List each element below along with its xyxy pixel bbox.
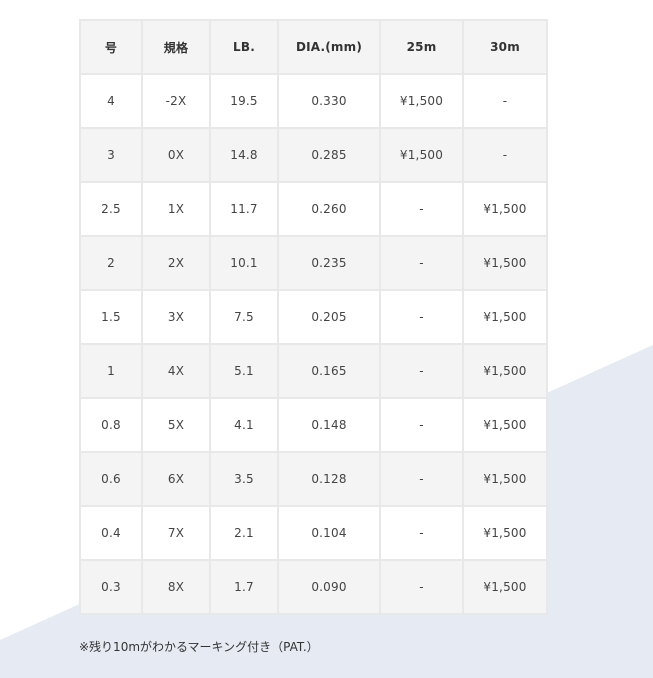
cell-price-25m: - (379, 343, 464, 399)
header-25m: 25m (379, 19, 464, 75)
table-row: 0.6 6X 3.5 0.128- ¥1,500 (79, 451, 548, 507)
cell-price-30m: - (462, 73, 548, 129)
cell-price-25m: - (379, 235, 464, 291)
cell-number: 2 (79, 235, 143, 291)
page: 号 規格 LB. DIA.(mm) 25m 30m 4 -2X 19.5 0.330 ¥… (0, 0, 653, 678)
cell-price-30m: ¥1,500 (462, 397, 548, 453)
cell-price-25m: - (379, 559, 464, 615)
cell-lb: 1.7 (209, 559, 279, 615)
cell-lb: 10.1 (209, 235, 279, 291)
cell-price-30m: ¥1,500 (462, 289, 548, 345)
cell-price-25m: - (379, 397, 464, 453)
cell-lb: 5.1 (209, 343, 279, 399)
cell-standard: -2X (141, 73, 211, 129)
cell-number: 4 (79, 73, 143, 129)
spec-table: 号 規格 LB. DIA.(mm) 25m 30m 4 -2X 19.5 0.330 ¥… (79, 19, 548, 615)
cell-diameter: 0.165 (277, 343, 381, 399)
cell-standard: 1X (141, 181, 211, 237)
table-row: 2.5 1X 11.7 0.260- ¥1,500 (79, 181, 548, 237)
table-row: 0.8 5X 4.1 0.148- ¥1,500 (79, 397, 548, 453)
cell-number: 1 (79, 343, 143, 399)
cell-lb: 14.8 (209, 127, 279, 183)
cell-standard: 7X (141, 505, 211, 561)
cell-price-25m: - (379, 181, 464, 237)
header-diameter: DIA.(mm) (277, 19, 381, 75)
table-header-row: 号 規格 LB. DIA.(mm) 25m 30m (79, 19, 548, 75)
header-30m: 30m (462, 19, 548, 75)
cell-lb: 4.1 (209, 397, 279, 453)
cell-lb: 2.1 (209, 505, 279, 561)
cell-number: 3 (79, 127, 143, 183)
cell-diameter: 0.285 (277, 127, 381, 183)
table-row: 1 4X 5.1 0.165- ¥1,500 (79, 343, 548, 399)
cell-diameter: 0.128 (277, 451, 381, 507)
cell-standard: 2X (141, 235, 211, 291)
table-body: 4 -2X 19.5 0.330 ¥1,500-3 0X 14.8 0.285 ¥1,500-2… (79, 73, 548, 615)
table-row: 0.4 7X 2.1 0.104- ¥1,500 (79, 505, 548, 561)
cell-lb: 19.5 (209, 73, 279, 129)
cell-number: 2.5 (79, 181, 143, 237)
cell-price-30m: ¥1,500 (462, 343, 548, 399)
cell-standard: 5X (141, 397, 211, 453)
cell-diameter: 0.205 (277, 289, 381, 345)
cell-number: 0.3 (79, 559, 143, 615)
cell-price-30m: - (462, 127, 548, 183)
table-row: 3 0X 14.8 0.285 ¥1,500- (79, 127, 548, 183)
cell-standard: 0X (141, 127, 211, 183)
cell-price-25m: ¥1,500 (379, 73, 464, 129)
cell-standard: 8X (141, 559, 211, 615)
cell-price-30m: ¥1,500 (462, 451, 548, 507)
cell-price-25m: - (379, 505, 464, 561)
cell-diameter: 0.260 (277, 181, 381, 237)
cell-price-25m: - (379, 451, 464, 507)
cell-price-30m: ¥1,500 (462, 505, 548, 561)
cell-lb: 3.5 (209, 451, 279, 507)
cell-lb: 7.5 (209, 289, 279, 345)
cell-price-30m: ¥1,500 (462, 235, 548, 291)
header-lb: LB. (209, 19, 279, 75)
cell-price-25m: - (379, 289, 464, 345)
table-row: 2 2X 10.1 0.235- ¥1,500 (79, 235, 548, 291)
cell-number: 0.4 (79, 505, 143, 561)
cell-price-25m: ¥1,500 (379, 127, 464, 183)
cell-price-30m: ¥1,500 (462, 559, 548, 615)
cell-standard: 6X (141, 451, 211, 507)
cell-standard: 3X (141, 289, 211, 345)
table-row: 1.5 3X 7.5 0.205- ¥1,500 (79, 289, 548, 345)
header-standard: 規格 (141, 19, 211, 75)
footnote: ※残り10mがわかるマーキング付き（PAT.） (79, 640, 319, 654)
cell-diameter: 0.148 (277, 397, 381, 453)
cell-diameter: 0.330 (277, 73, 381, 129)
cell-lb: 11.7 (209, 181, 279, 237)
header-number: 号 (79, 19, 143, 75)
cell-number: 1.5 (79, 289, 143, 345)
cell-number: 0.8 (79, 397, 143, 453)
cell-diameter: 0.090 (277, 559, 381, 615)
cell-price-30m: ¥1,500 (462, 181, 548, 237)
cell-standard: 4X (141, 343, 211, 399)
table-row: 4 -2X 19.5 0.330 ¥1,500- (79, 73, 548, 129)
cell-diameter: 0.104 (277, 505, 381, 561)
cell-number: 0.6 (79, 451, 143, 507)
cell-diameter: 0.235 (277, 235, 381, 291)
table-row: 0.3 8X 1.7 0.090- ¥1,500 (79, 559, 548, 615)
